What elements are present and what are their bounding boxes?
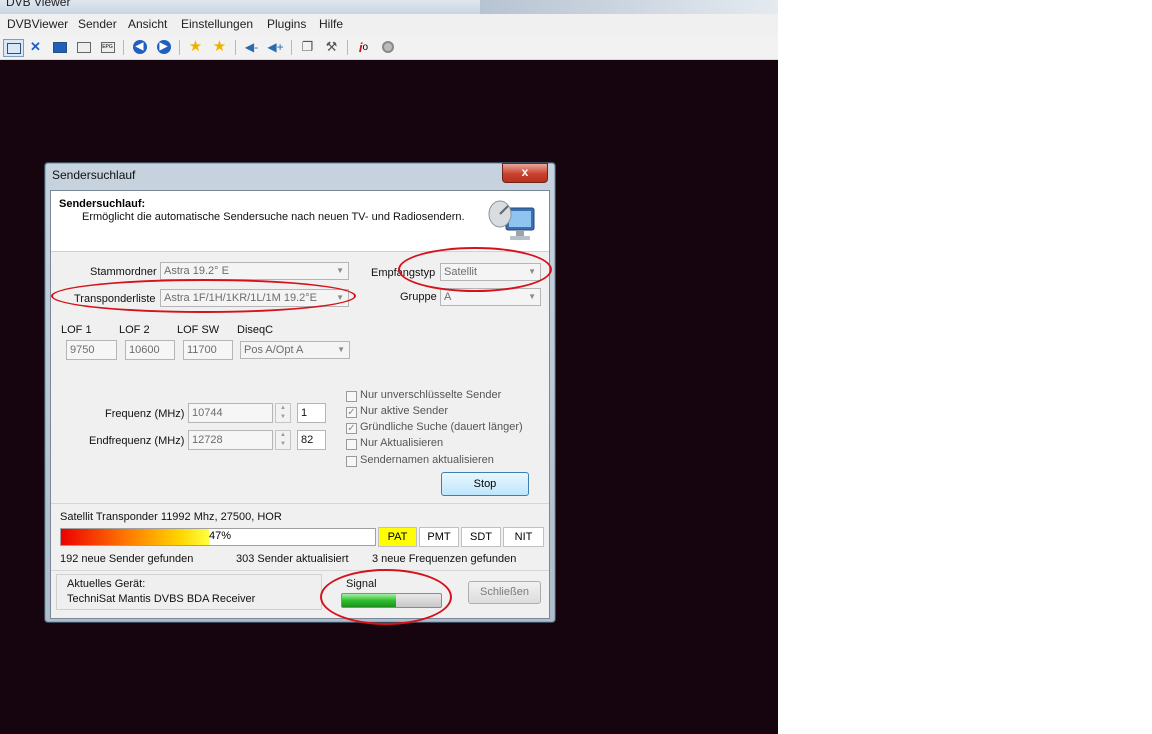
sendersuchlauf-dialog: Sendersuchlauf x Sendersuchlauf: Ermögli… <box>44 162 556 623</box>
annotation-circle-transponderliste <box>51 279 356 313</box>
scan-progress-bar: 47% <box>60 528 376 546</box>
lof2-input[interactable]: 10600 <box>125 340 175 360</box>
title-bar-shade <box>480 0 778 14</box>
chevron-down-icon: ▼ <box>528 292 536 301</box>
header-description: Ermöglicht die automatische Sendersuche … <box>82 211 465 223</box>
table-pmt: PMT <box>419 527 459 547</box>
tools-icon[interactable]: ⚒ <box>323 39 340 55</box>
option-checkbox-unverschluesselt[interactable] <box>346 391 357 402</box>
window-title: DVB Viewer <box>6 0 71 9</box>
gruppe-value: A <box>444 291 452 303</box>
lofsw-input[interactable]: 11700 <box>183 340 233 360</box>
menu-hilfe[interactable]: Hilfe <box>319 17 343 31</box>
menu-ansicht[interactable]: Ansicht <box>128 17 167 31</box>
fullscreen-icon[interactable]: ✕ <box>27 39 44 55</box>
annotation-circle-signal <box>320 569 452 625</box>
lof1-label: LOF 1 <box>61 324 92 336</box>
option-label-sendernamen: Sendernamen aktualisieren <box>360 454 494 466</box>
frequenz-input[interactable]: 10744 <box>188 403 273 423</box>
frequenz-count: 1 <box>297 403 326 423</box>
forward-icon[interactable]: ▶ <box>155 39 172 55</box>
menu-dvbviewer[interactable]: DVBViewer <box>7 17 68 31</box>
annotation-circle-empfangstyp <box>398 247 552 292</box>
dialog-header: Sendersuchlauf: Ermöglicht die automatis… <box>51 191 549 252</box>
frequency-count: 3 neue Frequenzen gefunden <box>372 553 517 565</box>
updated-count: 303 Sender aktualisiert <box>236 553 349 565</box>
lofsw-label: LOF SW <box>177 324 220 336</box>
toolbar-separator <box>291 40 292 55</box>
copy-icon[interactable]: ❐ <box>299 39 316 55</box>
transponder-status: Satellit Transponder 11992 Mhz, 27500, H… <box>60 511 282 523</box>
chevron-down-icon: ▼ <box>336 266 344 275</box>
volume-up-icon[interactable]: ◀+ <box>267 39 284 55</box>
table-pat: PAT <box>378 527 417 547</box>
diseqc-label: DiseqC <box>237 324 274 336</box>
toolbar-separator <box>179 40 180 55</box>
epg-icon[interactable]: EPG <box>99 39 116 55</box>
menu-sender[interactable]: Sender <box>78 17 117 31</box>
toolbar: ✕ EPG ◀ ▶ ★ ★ ◀- ◀+ ❐ ⚒ io <box>0 35 778 60</box>
menu-bar: DVBViewer Sender Ansicht Einstellungen P… <box>0 14 778 35</box>
stop-button[interactable]: Stop <box>441 472 529 496</box>
endfrequenz-label: Endfrequenz (MHz) <box>89 435 185 447</box>
menu-einstellungen[interactable]: Einstellungen <box>181 17 253 31</box>
endfrequenz-spinner[interactable]: ▲ ▼ <box>275 430 291 450</box>
endfrequenz-count: 82 <box>297 430 326 450</box>
device-value: TechniSat Mantis DVBS BDA Receiver <box>67 593 256 605</box>
toolbar-separator <box>347 40 348 55</box>
osd-icon[interactable] <box>75 39 92 55</box>
section-divider <box>51 503 549 504</box>
stammordner-label: Stammordner <box>90 266 157 278</box>
scan-progress-label: 47% <box>209 530 232 542</box>
diseqc-select[interactable]: Pos A/Opt A ▼ <box>240 341 350 359</box>
window-mode-icon[interactable] <box>3 39 24 57</box>
toolbar-separator <box>235 40 236 55</box>
option-label-unverschluesselt: Nur unverschlüsselte Sender <box>360 389 502 401</box>
diseqc-value: Pos A/Opt A <box>244 344 304 356</box>
stammordner-value: Astra 19.2° E <box>164 265 229 277</box>
found-count: 192 neue Sender gefunden <box>60 553 194 565</box>
device-label: Aktuelles Gerät: <box>67 578 146 590</box>
favorite-icon[interactable]: ★ <box>187 39 204 55</box>
frequenz-label: Frequenz (MHz) <box>105 408 185 420</box>
volume-down-icon[interactable]: ◀- <box>243 39 260 55</box>
dialog-title: Sendersuchlauf <box>52 168 136 182</box>
lof2-label: LOF 2 <box>119 324 150 336</box>
scan-progress-fill <box>61 529 209 545</box>
option-label-gruendlich: Gründliche Suche (dauert länger) <box>360 421 523 433</box>
option-label-aktive: Nur aktive Sender <box>360 405 449 417</box>
gruppe-label: Gruppe <box>400 291 437 303</box>
info-icon[interactable]: io <box>355 39 372 55</box>
option-checkbox-gruendlich[interactable]: ✓ <box>346 423 357 434</box>
option-checkbox-aktualisieren[interactable] <box>346 439 357 450</box>
toolbar-separator <box>123 40 124 55</box>
menu-plugins[interactable]: Plugins <box>267 17 306 31</box>
back-icon[interactable]: ◀ <box>131 39 148 55</box>
title-bar: DVB Viewer <box>0 0 778 14</box>
lof1-input[interactable]: 9750 <box>66 340 117 360</box>
section-divider <box>51 570 549 571</box>
favorite-add-icon[interactable]: ★ <box>211 39 228 55</box>
desktop-icon[interactable] <box>51 39 68 55</box>
record-icon[interactable] <box>379 39 396 55</box>
option-label-aktualisieren: Nur Aktualisieren <box>360 437 444 449</box>
frequenz-spinner[interactable]: ▲ ▼ <box>275 403 291 423</box>
header-title: Sendersuchlauf: <box>59 198 146 210</box>
schliessen-button[interactable]: Schließen <box>468 581 541 604</box>
device-panel: Aktuelles Gerät: TechniSat Mantis DVBS B… <box>56 574 322 610</box>
option-checkbox-aktive[interactable]: ✓ <box>346 407 357 418</box>
table-nit: NIT <box>503 527 544 547</box>
endfrequenz-input[interactable]: 12728 <box>188 430 273 450</box>
option-checkbox-sendernamen[interactable] <box>346 456 357 467</box>
table-sdt: SDT <box>461 527 501 547</box>
dialog-close-button[interactable]: x <box>502 163 548 183</box>
satellite-monitor-icon <box>488 200 535 240</box>
stammordner-select[interactable]: Astra 19.2° E ▼ <box>160 262 349 280</box>
chevron-down-icon: ▼ <box>337 345 345 354</box>
